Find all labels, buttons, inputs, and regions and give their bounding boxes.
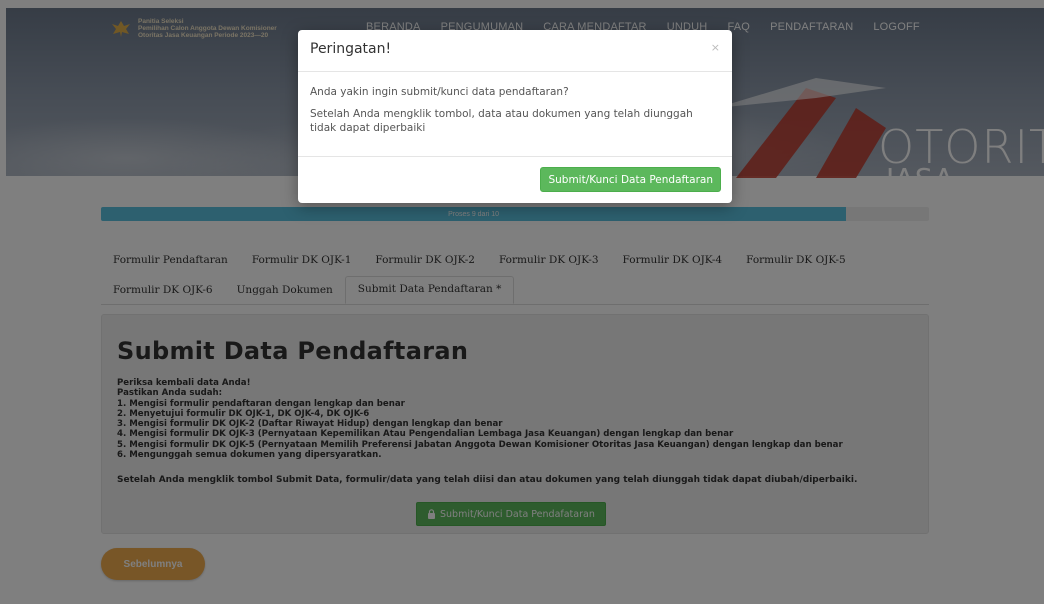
dialog-footer: Submit/Kunci Data Pendaftaran <box>298 156 732 203</box>
dialog-warning: Setelah Anda mengklik tombol, data atau … <box>310 108 693 134</box>
confirm-submit-button[interactable]: Submit/Kunci Data Pendaftaran <box>540 167 721 192</box>
close-icon[interactable]: × <box>711 41 720 54</box>
screen: OTORITA JASA Panitia Seleksi Pemilihan C… <box>0 0 1044 604</box>
dialog-header: Peringatan! × <box>298 30 732 72</box>
confirm-dialog: Peringatan! × Anda yakin ingin submit/ku… <box>298 30 732 203</box>
dialog-question: Anda yakin ingin submit/kunci data penda… <box>310 86 569 98</box>
dialog-title: Peringatan! <box>310 41 392 57</box>
dialog-body: Anda yakin ingin submit/kunci data penda… <box>310 85 720 143</box>
